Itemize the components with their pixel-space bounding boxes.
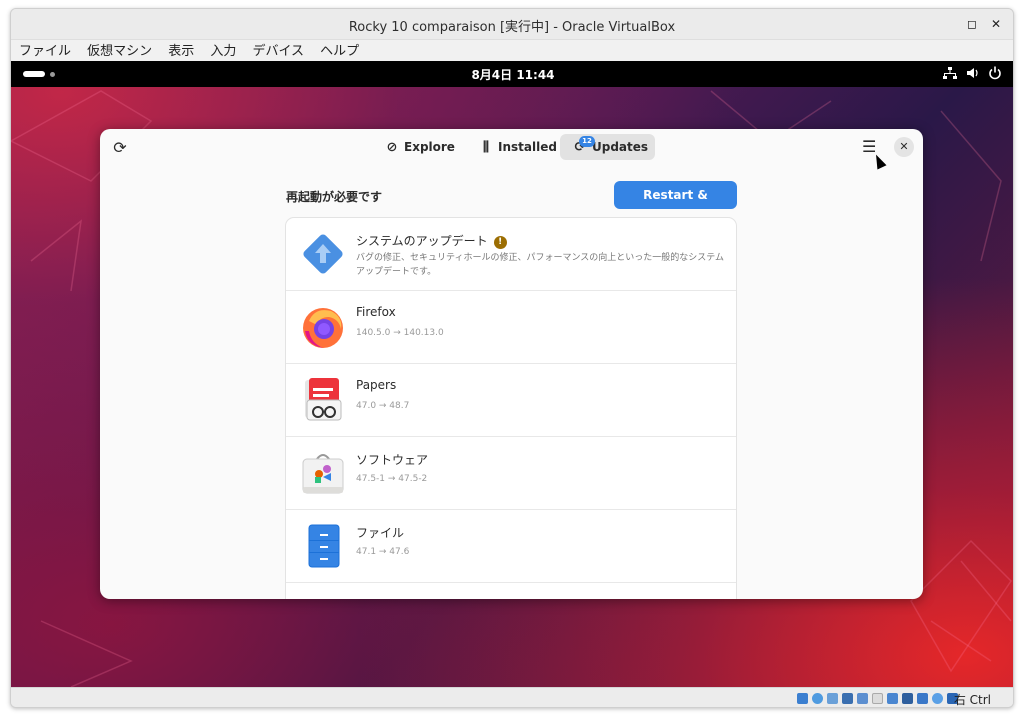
restart-update-button[interactable]: Restart & Update… (614, 181, 737, 230)
maximize-icon[interactable]: ◻ (963, 15, 981, 33)
update-row-papers[interactable]: Papers 47.0 → 48.7 (286, 364, 736, 437)
window-titlebar[interactable]: Rocky 10 comparaison [実行中] - Oracle Virt… (11, 9, 1013, 39)
guest-screen[interactable]: 8月4日 11:44 ⟳ ⊘ Explore ⫼ Installed ⟳ Upd… (11, 61, 1013, 687)
cpu-icon[interactable] (917, 693, 928, 704)
list-item-name: ファイル (356, 526, 405, 540)
system-update-icon (303, 234, 343, 274)
updates-list: システムのアップデート! バグの修正、セキュリティホールの修正、パフォーマンスの… (285, 217, 737, 599)
list-item-name: ソフトウェア (356, 453, 429, 467)
power-icon[interactable] (988, 66, 1002, 83)
list-item-version: 140.5.0 → 140.13.0 (356, 328, 444, 338)
display-icon[interactable] (887, 693, 898, 704)
tab-explore-label: Explore (404, 140, 455, 154)
menubar: ファイル 仮想マシン 表示 入力 デバイス ヘルプ (11, 39, 1013, 61)
update-row-files[interactable]: ファイル 47.1 → 47.6 (286, 510, 736, 583)
list-item-version: 47.0 → 48.7 (356, 401, 410, 411)
close-icon[interactable]: ✕ (987, 15, 1005, 33)
software-app-window: ⟳ ⊘ Explore ⫼ Installed ⟳ Updates 12 ☰ ✕ 再起… (100, 129, 923, 599)
list-item-name: Firefox (356, 305, 396, 319)
software-icon (302, 454, 344, 494)
files-icon (308, 524, 340, 568)
mouse-integration-icon[interactable] (932, 693, 943, 704)
list-item-description: バグの修正、セキュリティホールの修正、パフォーマンスの向上といった一般的なシステ… (356, 253, 725, 277)
optical-drive-icon[interactable] (812, 693, 823, 704)
clock[interactable]: 8月4日 11:44 (11, 66, 1013, 83)
menu-help[interactable]: ヘルプ (320, 41, 359, 63)
updates-count-badge: 12 (579, 136, 595, 147)
menu-devices[interactable]: デバイス (252, 41, 304, 63)
warning-icon: ! (493, 236, 507, 249)
app-close-button[interactable]: ✕ (894, 137, 914, 157)
update-row-firefox[interactable]: Firefox 140.5.0 → 140.13.0 (286, 291, 736, 364)
virtualbox-window: Rocky 10 comparaison [実行中] - Oracle Virt… (10, 8, 1014, 708)
menu-machine[interactable]: 仮想マシン (87, 41, 152, 63)
recording-icon[interactable] (902, 693, 913, 704)
list-item-name: システムのアップデート! (356, 232, 507, 249)
list-item-name: Papers (356, 378, 397, 392)
tab-explore[interactable]: ⊘ Explore (380, 134, 466, 160)
audio-icon[interactable] (827, 693, 838, 704)
host-key-label: 右 Ctrl (953, 693, 991, 707)
list-item-version: 47.1 → 47.6 (356, 547, 410, 557)
menu-file[interactable]: ファイル (19, 41, 71, 63)
usb-icon[interactable] (857, 693, 868, 704)
tab-updates-label: Updates (592, 140, 649, 154)
hamburger-menu-icon[interactable]: ☰ (862, 137, 876, 156)
vbox-status-bar: 右 Ctrl (11, 687, 1013, 707)
list-item[interactable] (286, 583, 736, 599)
firefox-icon (303, 308, 343, 348)
update-row-software[interactable]: ソフトウェア 47.5-1 → 47.5-2 (286, 437, 736, 510)
gnome-top-bar: 8月4日 11:44 (11, 61, 1013, 87)
refresh-icon[interactable]: ⟳ (110, 138, 130, 158)
menu-input[interactable]: 入力 (210, 41, 236, 63)
section-title: 再起動が必要です (286, 190, 383, 204)
network-adapter-icon[interactable] (842, 693, 853, 704)
tab-installed[interactable]: ⫼ Installed (474, 134, 564, 160)
update-row-system[interactable]: システムのアップデート! バグの修正、セキュリティホールの修正、パフォーマンスの… (286, 218, 736, 291)
hard-disk-icon[interactable] (797, 693, 808, 704)
papers-icon (305, 378, 342, 421)
menu-view[interactable]: 表示 (168, 41, 194, 63)
network-icon[interactable] (943, 66, 957, 83)
list-item-version: 47.5-1 → 47.5-2 (356, 474, 428, 484)
tab-updates[interactable]: ⟳ Updates 12 (560, 134, 655, 160)
library-icon: ⫼ (483, 140, 489, 155)
compass-icon: ⊘ (386, 140, 398, 155)
volume-icon[interactable] (966, 66, 980, 83)
shared-folders-icon[interactable] (872, 693, 883, 704)
window-title: Rocky 10 comparaison [実行中] - Oracle Virt… (348, 20, 676, 35)
tab-installed-label: Installed (498, 140, 557, 154)
